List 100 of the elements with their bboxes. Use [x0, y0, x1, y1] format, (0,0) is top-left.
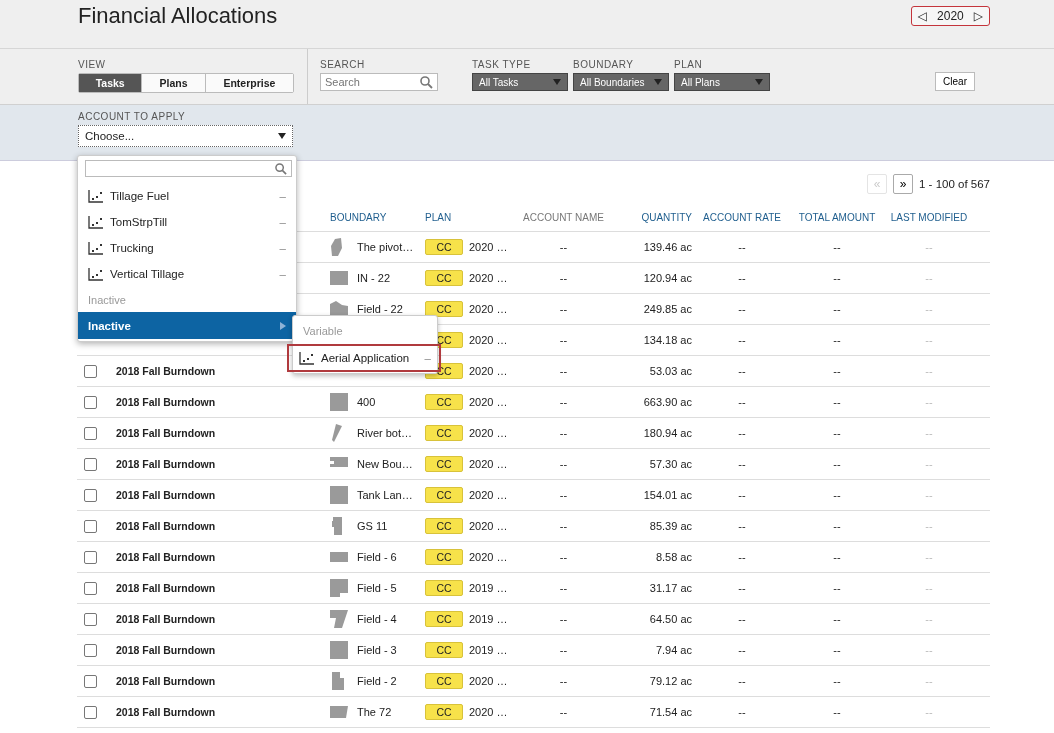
clear-button[interactable]: Clear — [935, 72, 975, 91]
plan-tag: CC — [425, 580, 463, 596]
plan-name: 2020 … — [469, 303, 508, 315]
quantity-cell: 71.54 ac — [649, 706, 692, 718]
year-label: 2020 — [937, 9, 964, 23]
boundary-name: The 72 — [357, 706, 392, 718]
task-name: 2018 Fall Burndown — [116, 489, 216, 501]
account-menu-item[interactable]: Tillage Fuel – — [78, 183, 296, 209]
table-cell: -- — [738, 427, 746, 439]
table-cell: -- — [833, 675, 841, 687]
table-cell: -- — [738, 551, 746, 563]
table-cell: -- — [833, 520, 841, 532]
field-shape-icon — [330, 579, 348, 597]
row-checkbox[interactable] — [84, 488, 97, 502]
table-cell: -- — [833, 334, 841, 346]
row-checkbox[interactable] — [84, 612, 97, 626]
plan-name: 2019 … — [469, 613, 508, 625]
quantity-cell: 57.30 ac — [649, 458, 692, 470]
plan-name: 2020 … — [469, 520, 508, 532]
menu-search-field[interactable] — [85, 160, 292, 177]
row-checkbox[interactable] — [84, 705, 97, 719]
table-cell: -- — [738, 644, 746, 656]
row-checkbox[interactable] — [84, 519, 97, 533]
filter-dropdown[interactable]: All Tasks — [472, 73, 568, 91]
year-switcher[interactable]: ◁ 2020 ▷ — [910, 6, 990, 26]
plan-name: 2019 … — [469, 582, 508, 594]
table-cell: -- — [559, 458, 568, 470]
plan-name: 2020 … — [469, 334, 508, 346]
row-checkbox[interactable] — [84, 550, 97, 564]
view-tab[interactable]: Tasks — [79, 74, 143, 92]
table-cell: -- — [925, 241, 933, 253]
task-name: 2018 Fall Burndown — [116, 644, 216, 656]
submenu-item[interactable]: Inactive — [78, 312, 296, 339]
quantity-cell: 85.39 ac — [649, 520, 692, 532]
table-cell: -- — [925, 520, 933, 532]
field-shape-icon — [330, 703, 348, 721]
account-menu-item[interactable]: Vertical Tillage – — [78, 261, 296, 287]
search-field[interactable]: Search — [320, 73, 438, 91]
table-cell: -- — [738, 334, 746, 346]
column-header[interactable]: BOUNDARY — [330, 211, 387, 223]
column-header[interactable]: PLAN — [425, 211, 452, 223]
task-name: 2018 Fall Burndown — [116, 458, 216, 470]
search-icon — [275, 163, 287, 175]
quantity-cell: 64.50 ac — [649, 613, 692, 625]
filter-dropdown[interactable]: All Plans — [674, 73, 770, 91]
row-checkbox[interactable] — [84, 426, 97, 440]
plan-name: 2020 … — [469, 489, 508, 501]
plan-tag: CC — [425, 394, 463, 410]
plan-name: 2020 … — [469, 427, 508, 439]
row-checkbox[interactable] — [84, 457, 97, 471]
table-cell: -- — [559, 272, 568, 284]
table-cell: -- — [833, 365, 841, 377]
view-tab[interactable]: Plans — [142, 74, 206, 92]
table-cell: -- — [833, 489, 841, 501]
column-header[interactable]: LAST MODIFIED — [890, 211, 968, 223]
row-checkbox[interactable] — [84, 364, 97, 378]
next-year-button[interactable]: ▷ — [973, 9, 983, 23]
filter-dropdown[interactable]: All Boundaries — [573, 73, 669, 91]
account-menu-item[interactable]: Trucking – — [78, 235, 296, 261]
column-header[interactable]: TOTAL AMOUNT — [798, 211, 876, 223]
plan-name: 2020 … — [469, 706, 508, 718]
table-cell: -- — [559, 427, 568, 439]
table-cell: -- — [925, 303, 933, 315]
quantity-cell: 79.12 ac — [649, 675, 692, 687]
account-dropdown[interactable]: Choose... — [78, 125, 293, 147]
search-label: SEARCH — [320, 59, 366, 70]
table-cell: -- — [559, 706, 568, 718]
quantity-cell: 31.17 ac — [649, 582, 692, 594]
column-header[interactable]: QUANTITY — [641, 211, 692, 223]
table-cell: -- — [559, 675, 568, 687]
table-cell: -- — [738, 582, 746, 594]
plan-tag: CC — [425, 456, 463, 472]
quantity-cell: 249.85 ac — [643, 303, 692, 315]
row-checkbox[interactable] — [84, 581, 97, 595]
scatter-chart-icon — [88, 267, 104, 281]
boundary-name: GS 11 — [357, 520, 388, 532]
table-cell: -- — [738, 613, 746, 625]
row-checkbox[interactable] — [84, 674, 97, 688]
column-header[interactable]: ACCOUNT RATE — [703, 211, 781, 223]
plan-tag: CC — [425, 611, 463, 627]
previous-year-button[interactable]: ◁ — [917, 9, 928, 23]
plan-tag: CC — [425, 642, 463, 658]
plan-tag: CC — [425, 704, 463, 720]
plan-name: 2019 … — [469, 644, 508, 656]
next-page-button[interactable]: » — [893, 174, 913, 194]
task-name: 2018 Fall Burndown — [116, 582, 216, 594]
table-cell: -- — [559, 613, 568, 625]
account-menu-item[interactable]: TomStrpTill – — [78, 209, 296, 235]
table-cell: -- — [559, 396, 568, 408]
boundary-name: Field - 22 — [357, 303, 403, 315]
row-checkbox[interactable] — [84, 395, 97, 409]
table-cell: -- — [925, 489, 933, 501]
table-cell: -- — [925, 365, 933, 377]
table-cell: -- — [738, 272, 746, 284]
table-cell: -- — [925, 551, 933, 563]
quantity-cell: 120.94 ac — [643, 272, 692, 284]
view-tab[interactable]: Enterprise — [205, 74, 293, 92]
row-checkbox[interactable] — [84, 643, 97, 657]
caret-icon — [755, 79, 763, 85]
plan-tag: CC — [425, 673, 463, 689]
